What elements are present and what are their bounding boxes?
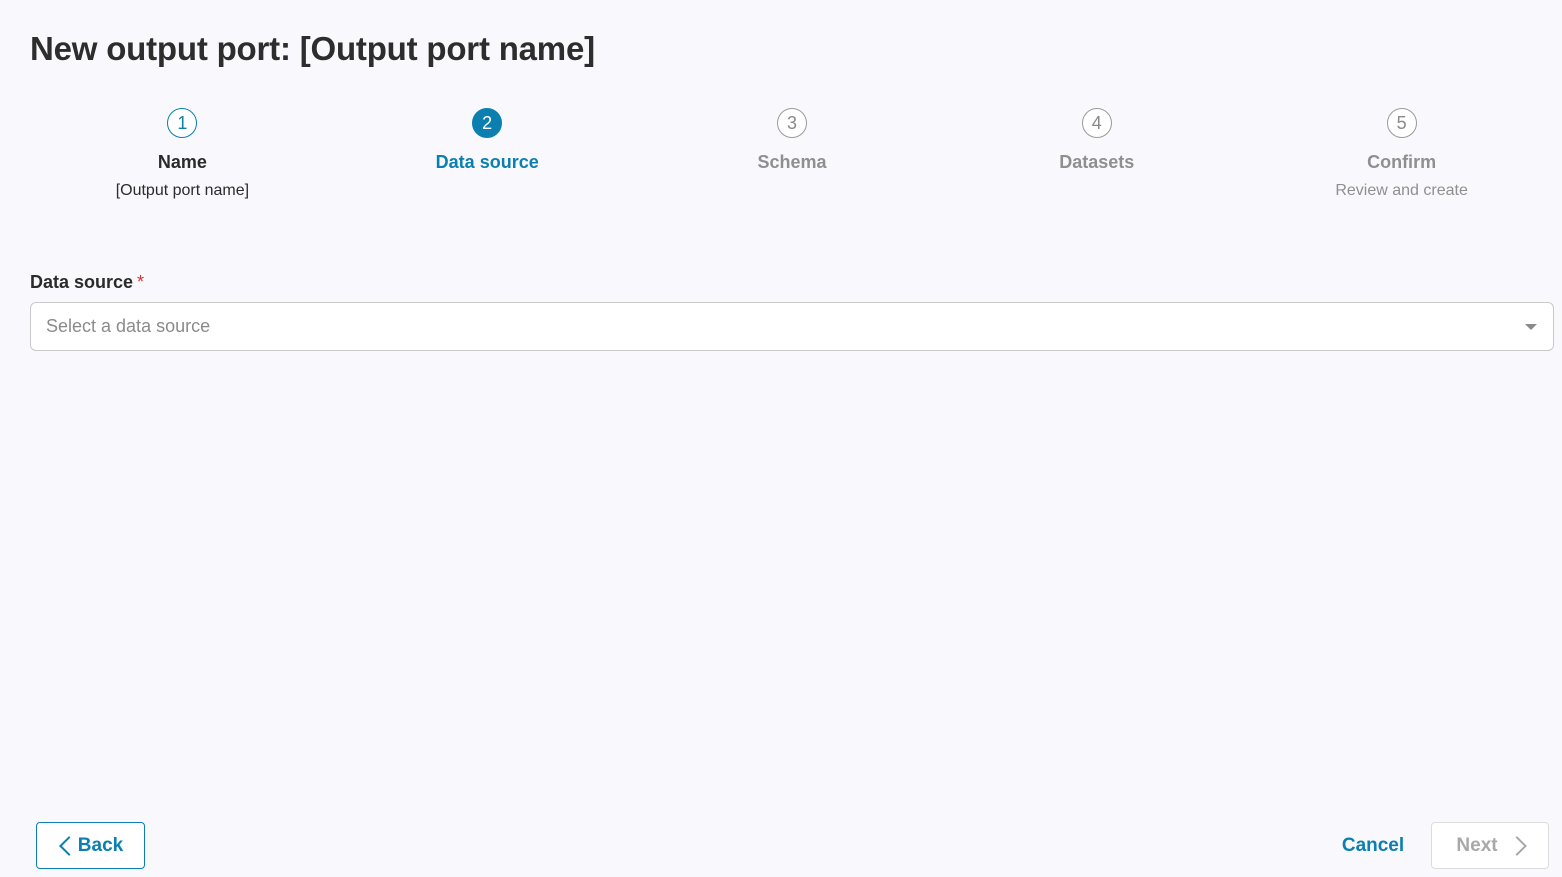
chevron-right-icon — [1506, 835, 1527, 856]
step-number-4: 4 — [1081, 108, 1112, 138]
stepper: 1 Name [Output port name] 2 Data source … — [30, 108, 1554, 218]
page: New output port: [Output port name] 1 Na… — [0, 0, 1562, 877]
step-title: Name — [157, 152, 207, 172]
step-number-2: 2 — [472, 108, 503, 138]
data-source-label-text: Data source — [30, 272, 134, 292]
step-title: Confirm — [1367, 152, 1437, 172]
data-source-label: Data source * — [30, 272, 144, 293]
back-button-label: Back — [77, 834, 124, 856]
cancel-button[interactable]: Cancel — [1332, 822, 1414, 869]
page-title: New output port: [Output port name] — [30, 30, 595, 67]
next-button-label: Next — [1456, 834, 1498, 856]
step-title: Data source — [435, 152, 539, 172]
data-source-select[interactable]: Select a data source — [30, 302, 1554, 351]
step-number-3: 3 — [776, 108, 807, 138]
chevron-left-icon — [58, 835, 79, 856]
step-number-5: 5 — [1386, 108, 1417, 138]
step-title: Datasets — [1059, 152, 1135, 172]
required-marker: * — [137, 272, 145, 292]
step-number-1: 1 — [167, 108, 198, 138]
step-confirm[interactable]: 5 Confirm Review and create — [1249, 108, 1554, 218]
step-title: Schema — [757, 152, 827, 172]
back-button[interactable]: Back — [36, 822, 145, 869]
next-button[interactable]: Next — [1431, 822, 1549, 869]
step-name[interactable]: 1 Name [Output port name] — [30, 108, 335, 218]
step-subtitle: [Output port name] — [115, 182, 250, 199]
step-schema[interactable]: 3 Schema — [640, 108, 945, 218]
step-data-source[interactable]: 2 Data source — [335, 108, 640, 218]
caret-down-icon[interactable] — [1525, 324, 1537, 330]
data-source-placeholder: Select a data source — [46, 316, 211, 336]
step-datasets[interactable]: 4 Datasets — [944, 108, 1249, 218]
cancel-button-label: Cancel — [1341, 834, 1405, 856]
step-subtitle: Review and create — [1335, 182, 1468, 199]
